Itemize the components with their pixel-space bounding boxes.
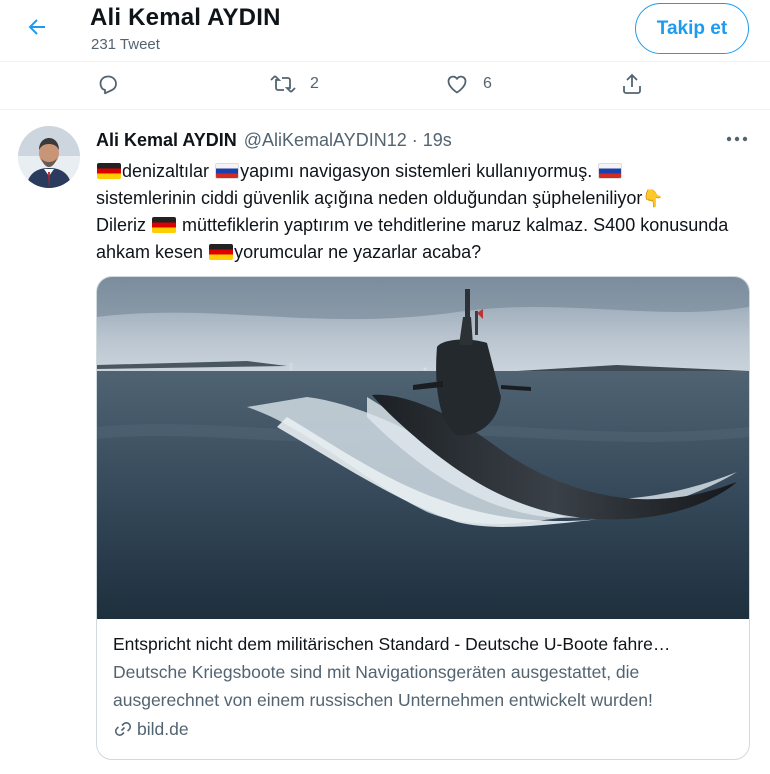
link-preview-card[interactable]: Entspricht nicht dem militärischen Stand… (96, 276, 750, 760)
retweet-button[interactable]: 2 (270, 69, 319, 99)
link-icon (114, 722, 132, 736)
profile-header: Ali Kemal AYDIN 231 Tweet Takip et (0, 0, 770, 62)
card-image[interactable] (97, 277, 749, 619)
more-icon (726, 136, 748, 142)
like-count: 6 (483, 75, 492, 92)
share-button[interactable] (620, 69, 644, 99)
tweet-text-segment: Dileriz (96, 215, 152, 235)
germany-flag-icon (97, 163, 121, 179)
like-button[interactable]: 6 (445, 69, 492, 99)
tweet-text-segment: sistemlerinin ciddi güvenlik açığına ned… (96, 187, 643, 208)
retweet-icon (270, 75, 296, 93)
tweet-count: 231 Tweet (91, 36, 160, 53)
tweet-text: denizaltılar yapımı navigasyon sistemler… (96, 158, 756, 265)
share-icon (623, 73, 641, 94)
reply-button[interactable] (96, 69, 120, 99)
russia-flag-icon (215, 163, 240, 179)
card-body[interactable]: Entspricht nicht dem militärischen Stand… (97, 620, 749, 759)
germany-flag-icon (209, 243, 234, 260)
tweet-author-name[interactable]: Ali Kemal AYDIN (96, 130, 237, 151)
tweet-text-segment: yorumcular ne yazarlar acaba? (234, 241, 482, 262)
tweet-text-segment: denizaltılar (122, 161, 215, 181)
tweet-text-segment: yapımı navigasyon sistemleri kullanıyorm… (240, 161, 598, 181)
previous-tweet-action-bar: 2 6 (0, 62, 770, 110)
back-button[interactable] (22, 12, 52, 42)
reply-icon (99, 75, 117, 95)
follow-button[interactable]: Takip et (635, 3, 749, 54)
card-description: Deutsche Kriegsboote sind mit Navigation… (113, 662, 653, 710)
russia-flag-icon (598, 163, 623, 179)
tweet-header: Ali Kemal AYDIN @AliKemalAYDIN12 · 19s (96, 130, 452, 152)
like-icon (447, 75, 467, 94)
back-arrow-icon (28, 19, 45, 35)
profile-name-title: Ali Kemal AYDIN (90, 4, 281, 31)
card-domain: bild.de (113, 716, 733, 742)
card-title: Entspricht nicht dem militärischen Stand… (113, 634, 671, 654)
tweet-handle-time[interactable]: @AliKemalAYDIN12 · 19s (244, 130, 452, 151)
card-domain-text: bild.de (137, 719, 189, 739)
pointing-down-icon: 👇 (642, 188, 664, 208)
retweet-count: 2 (310, 75, 319, 92)
germany-flag-icon (152, 217, 177, 233)
avatar[interactable] (18, 126, 80, 188)
more-button[interactable] (722, 128, 752, 150)
